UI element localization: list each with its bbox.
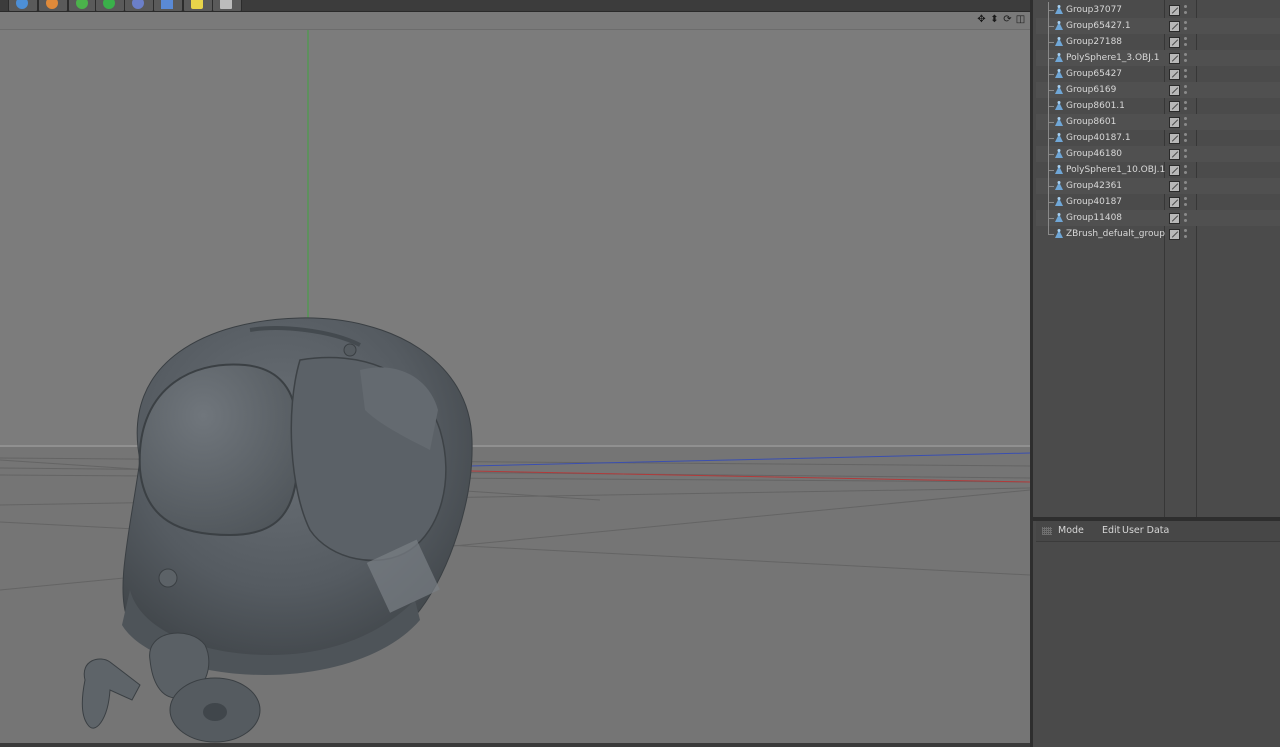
object-label: PolySphere1_3.OBJ.1 (1066, 53, 1160, 63)
display-tag-icon[interactable] (1169, 197, 1180, 208)
light-icon[interactable] (212, 0, 242, 11)
visibility-dots[interactable] (1184, 164, 1188, 176)
sphere-icon[interactable] (68, 0, 98, 11)
visibility-dots[interactable] (1184, 4, 1188, 16)
menu-user-data[interactable]: User Data (1122, 525, 1169, 537)
object-manager: Group37077 Group65427.1 Group27188 PolyS… (1030, 0, 1280, 517)
spline-icon[interactable] (95, 0, 125, 11)
object-row[interactable]: Group27188 (1036, 34, 1280, 50)
null-object-icon (1055, 85, 1063, 94)
display-tag-icon[interactable] (1169, 5, 1180, 16)
object-label: Group40187 (1066, 197, 1123, 207)
object-label: Group65427.1 (1066, 21, 1131, 31)
null-object-icon (1055, 229, 1063, 238)
display-tag-icon[interactable] (1169, 21, 1180, 32)
object-label: Group8601.1 (1066, 101, 1125, 111)
object-row[interactable]: Group8601 (1036, 114, 1280, 130)
null-object-icon (1055, 213, 1063, 222)
object-row[interactable]: Group40187.1 (1036, 130, 1280, 146)
object-label: Group42361 (1066, 181, 1123, 191)
rotate-icon[interactable] (38, 0, 68, 11)
null-object-icon (1055, 37, 1063, 46)
object-label: Group11408 (1066, 213, 1123, 223)
null-object-icon (1055, 53, 1063, 62)
panel-grip-icon[interactable] (1042, 527, 1052, 535)
object-label: Group6169 (1066, 85, 1117, 95)
object-row[interactable]: Group46180 (1036, 146, 1280, 162)
display-tag-icon[interactable] (1169, 37, 1180, 48)
object-row[interactable]: ZBrush_defualt_group (1036, 226, 1280, 242)
visibility-dots[interactable] (1184, 52, 1188, 64)
object-row[interactable]: PolySphere1_10.OBJ.1 (1036, 162, 1280, 178)
object-label: ZBrush_defualt_group (1066, 229, 1165, 239)
menu-mode[interactable]: Mode (1058, 525, 1084, 537)
visibility-dots[interactable] (1184, 100, 1188, 112)
main-toolbar (0, 0, 1030, 12)
visibility-dots[interactable] (1184, 196, 1188, 208)
nurbs-icon[interactable] (124, 0, 154, 11)
viewport-header: ✥ ⬍ ⟳ ◫ (0, 12, 1030, 30)
visibility-dots[interactable] (1184, 180, 1188, 192)
null-object-icon (1055, 133, 1063, 142)
display-tag-icon[interactable] (1169, 165, 1180, 176)
object-row[interactable]: Group11408 (1036, 210, 1280, 226)
null-object-icon (1055, 21, 1063, 30)
menu-edit[interactable]: Edit (1102, 525, 1120, 537)
object-row[interactable]: Group8601.1 (1036, 98, 1280, 114)
display-tag-icon[interactable] (1169, 101, 1180, 112)
visibility-dots[interactable] (1184, 228, 1188, 240)
object-label: Group27188 (1066, 37, 1123, 47)
object-row[interactable]: Group65427 (1036, 66, 1280, 82)
object-label: PolySphere1_10.OBJ.1 (1066, 165, 1166, 175)
display-tag-icon[interactable] (1169, 149, 1180, 160)
3d-viewport[interactable]: ✥ ⬍ ⟳ ◫ (0, 12, 1030, 743)
object-row[interactable]: Group6169 (1036, 82, 1280, 98)
null-object-icon (1055, 69, 1063, 78)
viewport-scene[interactable] (0, 30, 1030, 743)
null-object-icon (1055, 117, 1063, 126)
view-cube-icon[interactable] (8, 0, 38, 11)
viewport-nav-icons: ✥ ⬍ ⟳ ◫ (976, 14, 1026, 27)
camera-icon[interactable] (183, 0, 213, 11)
display-tag-icon[interactable] (1169, 85, 1180, 96)
display-tag-icon[interactable] (1169, 181, 1180, 192)
display-tag-icon[interactable] (1169, 213, 1180, 224)
object-row[interactable]: Group40187 (1036, 194, 1280, 210)
object-row[interactable]: PolySphere1_3.OBJ.1 (1036, 50, 1280, 66)
attribute-menu-bar: Mode Edit User Data (1036, 521, 1280, 542)
object-row[interactable]: Group65427.1 (1036, 18, 1280, 34)
null-object-icon (1055, 181, 1063, 190)
visibility-dots[interactable] (1184, 132, 1188, 144)
display-tag-icon[interactable] (1169, 229, 1180, 240)
object-row[interactable]: Group42361 (1036, 178, 1280, 194)
object-label: Group8601 (1066, 117, 1117, 127)
object-label: Group65427 (1066, 69, 1123, 79)
object-label: Group40187.1 (1066, 133, 1131, 143)
object-row[interactable]: Group37077 (1036, 2, 1280, 18)
visibility-dots[interactable] (1184, 148, 1188, 160)
display-tag-icon[interactable] (1169, 117, 1180, 128)
null-object-icon (1055, 149, 1063, 158)
null-object-icon (1055, 197, 1063, 206)
rotate-view-icon[interactable]: ⟳ (1002, 14, 1013, 26)
display-tag-icon[interactable] (1169, 69, 1180, 80)
null-object-icon (1055, 101, 1063, 110)
grid-icon[interactable] (153, 0, 183, 11)
attribute-manager: Mode Edit User Data (1030, 517, 1280, 747)
null-object-icon (1055, 5, 1063, 14)
visibility-dots[interactable] (1184, 36, 1188, 48)
visibility-dots[interactable] (1184, 68, 1188, 80)
visibility-dots[interactable] (1184, 212, 1188, 224)
visibility-dots[interactable] (1184, 116, 1188, 128)
visibility-dots[interactable] (1184, 20, 1188, 32)
object-label: Group37077 (1066, 5, 1123, 15)
zoom-icon[interactable]: ⬍ (989, 14, 1000, 26)
display-tag-icon[interactable] (1169, 53, 1180, 64)
object-label: Group46180 (1066, 149, 1123, 159)
move-icon[interactable]: ✥ (976, 14, 987, 26)
null-object-icon (1055, 165, 1063, 174)
maximize-icon[interactable]: ◫ (1015, 14, 1026, 26)
visibility-dots[interactable] (1184, 84, 1188, 96)
display-tag-icon[interactable] (1169, 133, 1180, 144)
